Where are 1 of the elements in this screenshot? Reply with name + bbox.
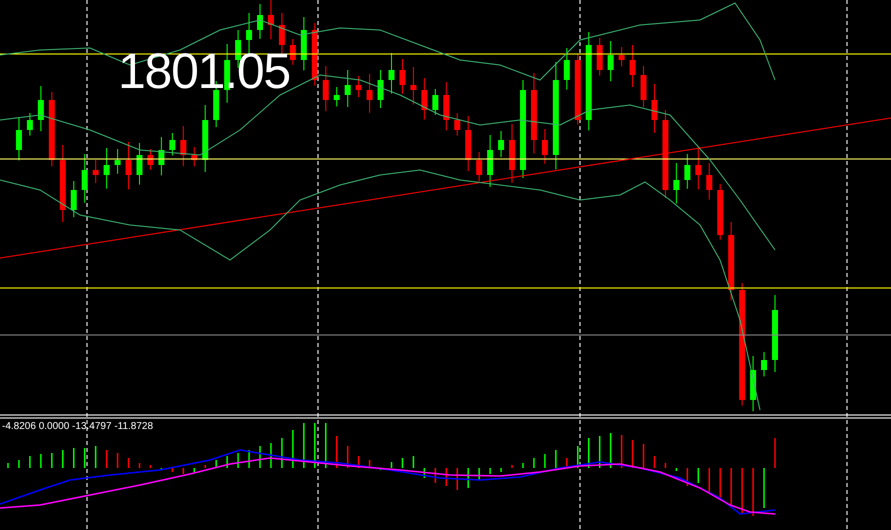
indicator-values: -4.8206 0.0000 -13.4797 -11.8728 [2, 422, 154, 432]
